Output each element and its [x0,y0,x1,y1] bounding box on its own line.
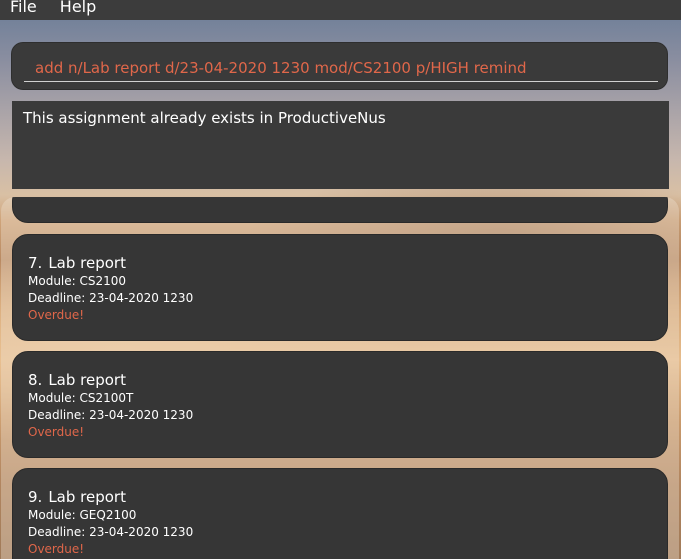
menu-file[interactable]: File [0,0,46,17]
assignment-card[interactable]: 7. Lab report Module: CS2100 Deadline: 23… [12,234,668,341]
assignment-module: Module: CS2100 [28,274,127,288]
assignment-status: Overdue! [28,542,85,556]
assignment-status: Overdue! [28,308,85,322]
assignment-deadline: Deadline: 23-04-2020 1230 [28,291,194,305]
assignment-index: 7. [28,254,43,272]
assignment-card[interactable]: 8. Lab report Module: CS2100T Deadline: 2… [12,351,668,458]
assignment-module: Module: CS2100T [28,391,134,405]
assignment-card[interactable]: 9. Lab report Module: GEQ2100 Deadline: 2… [12,468,668,559]
assignment-index: 8. [28,371,43,389]
assignment-title: 9. Lab report [28,488,667,506]
assignment-deadline: Deadline: 23-04-2020 1230 [28,525,194,539]
menu-bar: File Help [0,0,681,20]
assignment-title: 7. Lab report [28,254,667,272]
command-box [11,42,668,90]
assignment-module: Module: GEQ2100 [28,508,137,522]
assignment-list-panel[interactable]: 7. Lab report Module: CS2100 Deadline: 23… [1,197,679,559]
assignment-name: Lab report [48,488,126,506]
assignment-status: Overdue! [28,425,85,439]
assignment-name: Lab report [48,254,126,272]
assignment-deadline: Deadline: 23-04-2020 1230 [28,408,194,422]
result-message: This assignment already exists in Produc… [23,109,386,127]
assignment-index: 9. [28,488,43,506]
assignment-name: Lab report [48,371,126,389]
assignment-card-partial[interactable] [12,197,668,223]
result-display: This assignment already exists in Produc… [12,101,669,189]
command-input[interactable] [24,54,658,82]
menu-help[interactable]: Help [46,0,105,17]
assignment-title: 8. Lab report [28,371,667,389]
